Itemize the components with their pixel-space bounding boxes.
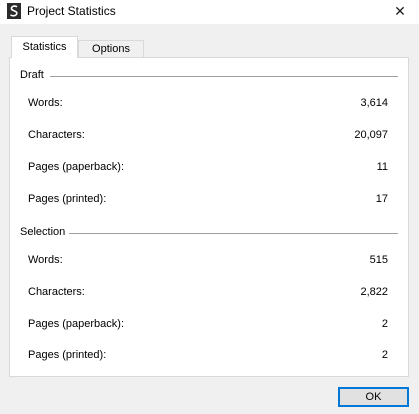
tab-statistics[interactable]: Statistics (11, 36, 78, 58)
selection-divider (68, 233, 398, 234)
ok-button[interactable]: OK (338, 387, 409, 407)
draft-characters-label: Characters: (28, 129, 85, 141)
selection-pages-paperback-value: 2 (381, 318, 388, 330)
draft-pages-printed-row: Pages (printed): 17 (28, 193, 388, 207)
draft-characters-row: Characters: 20,097 (28, 129, 388, 143)
draft-section-header: Draft (20, 69, 398, 83)
selection-pages-printed-value: 2 (381, 349, 388, 361)
selection-words-value: 515 (369, 254, 388, 266)
draft-pages-printed-label: Pages (printed): (28, 193, 107, 205)
selection-pages-paperback-row: Pages (paperback): 2 (28, 318, 388, 332)
selection-words-row: Words: 515 (28, 254, 388, 268)
draft-section-title: Draft (20, 69, 48, 81)
draft-pages-paperback-value: 11 (376, 161, 388, 173)
selection-pages-printed-row: Pages (printed): 2 (28, 349, 388, 363)
draft-divider (50, 76, 398, 77)
draft-words-row: Words: 3,614 (28, 97, 388, 111)
close-icon[interactable]: ✕ (392, 2, 408, 20)
selection-section-header: Selection (20, 226, 398, 240)
draft-characters-value: 20,097 (354, 129, 388, 141)
selection-pages-paperback-label: Pages (paperback): (28, 318, 124, 330)
selection-characters-label: Characters: (28, 286, 85, 298)
scrivener-app-icon (7, 3, 21, 19)
statistics-panel: Draft Words: 3,614 Characters: 20,097 Pa… (9, 57, 409, 377)
selection-characters-value: 2,822 (360, 286, 388, 298)
selection-pages-printed-label: Pages (printed): (28, 349, 107, 361)
title-bar: Project Statistics ✕ (0, 0, 419, 24)
selection-characters-row: Characters: 2,822 (28, 286, 388, 300)
window-title: Project Statistics (27, 4, 116, 18)
draft-pages-paperback-label: Pages (paperback): (28, 161, 124, 173)
draft-pages-paperback-row: Pages (paperback): 11 (28, 161, 388, 175)
draft-words-label: Words: (28, 97, 63, 109)
selection-section-title: Selection (20, 226, 70, 238)
draft-words-value: 3,614 (360, 97, 388, 109)
project-statistics-dialog: Project Statistics ✕ Statistics Options … (0, 0, 419, 414)
selection-words-label: Words: (28, 254, 63, 266)
tab-options[interactable]: Options (78, 40, 144, 58)
draft-pages-printed-value: 17 (375, 193, 388, 205)
